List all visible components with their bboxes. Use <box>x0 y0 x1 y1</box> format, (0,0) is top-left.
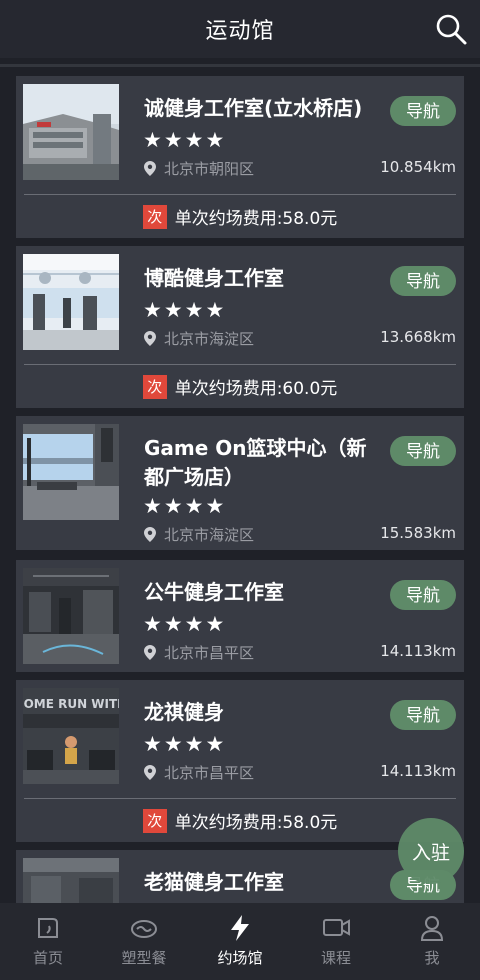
gym-photo: COME RUN WITH <box>23 688 119 784</box>
location-text: 北京市海淀区 <box>164 330 255 348</box>
gym-name[interactable]: 老猫健身工作室 <box>144 868 374 897</box>
location-text: 北京市昌平区 <box>164 644 255 662</box>
search-icon[interactable] <box>434 12 468 46</box>
join-fab-button[interactable]: 入驻 <box>398 818 464 884</box>
person-icon <box>420 916 444 941</box>
fee-badge: 次 <box>142 374 167 399</box>
gym-location: 北京市昌平区 <box>144 642 254 663</box>
gym-card[interactable]: Game On篮球中心（新都广场店） 导航 ★★★★ 北京市海淀区 15.583… <box>16 416 464 550</box>
navigate-button[interactable]: 导航 <box>390 436 456 466</box>
gym-name[interactable]: Game On篮球中心（新都广场店） <box>144 434 374 492</box>
location-text: 北京市昌平区 <box>164 764 255 782</box>
tab-home[interactable]: 首页 <box>0 903 96 980</box>
meal-icon <box>131 920 157 938</box>
gym-photo <box>23 568 119 664</box>
gym-card[interactable]: COME RUN WITH 龙祺健身 导航 ★★★★ 北京市昌平区 14.113… <box>16 680 464 842</box>
location-pin-icon <box>144 527 156 542</box>
card-divider <box>24 798 456 799</box>
location-text: 北京市海淀区 <box>164 526 255 544</box>
rating-stars: ★★★★ <box>143 298 227 322</box>
card-divider <box>24 364 456 365</box>
fee-text: 单次约场费用:58.0元 <box>174 813 338 833</box>
location-text: 北京市朝阳区 <box>164 160 255 178</box>
navigate-button[interactable]: 导航 <box>390 266 456 296</box>
gym-distance: 10.854km <box>380 158 456 176</box>
tab-label: 课程 <box>320 949 351 967</box>
location-pin-icon <box>144 645 156 660</box>
navigate-button[interactable]: 导航 <box>390 580 456 610</box>
gym-distance: 14.113km <box>380 642 456 660</box>
gym-name[interactable]: 博酷健身工作室 <box>144 264 374 293</box>
gym-card[interactable]: 博酷健身工作室 导航 ★★★★ 北京市海淀区 13.668km 次 单次约场费用… <box>16 246 464 408</box>
tab-meal[interactable]: 塑型餐 <box>96 903 192 980</box>
page-title: 运动馆 <box>205 19 275 44</box>
tab-courses[interactable]: 课程 <box>288 903 384 980</box>
gym-name[interactable]: 公牛健身工作室 <box>144 578 374 607</box>
gym-distance: 15.583km <box>380 524 456 542</box>
gym-distance: 14.113km <box>380 762 456 780</box>
gym-card[interactable]: 公牛健身工作室 导航 ★★★★ 北京市昌平区 14.113km <box>16 560 464 672</box>
navigate-button[interactable]: 导航 <box>390 700 456 730</box>
rating-stars: ★★★★ <box>143 128 227 152</box>
gym-photo <box>23 254 119 350</box>
lightning-icon <box>231 915 249 941</box>
gym-card[interactable]: 老猫健身工作室 导航 <box>16 850 464 903</box>
navigate-button[interactable]: 导航 <box>390 96 456 126</box>
tab-label: 首页 <box>32 949 63 967</box>
card-divider <box>24 194 456 195</box>
gym-card[interactable]: 诚健身工作室(立水桥店) 导航 ★★★★ 北京市朝阳区 10.854km 次 单… <box>16 76 464 238</box>
tab-venues[interactable]: 约场馆 <box>192 903 288 980</box>
gym-name[interactable]: 龙祺健身 <box>144 698 374 727</box>
gym-name[interactable]: 诚健身工作室(立水桥店) <box>144 94 374 123</box>
fee-row: 次 单次约场费用:60.0元 <box>16 374 464 399</box>
gym-distance: 13.668km <box>380 328 456 346</box>
home-icon <box>38 918 58 938</box>
location-pin-icon <box>144 161 156 176</box>
fee-badge: 次 <box>142 808 167 833</box>
bottom-tab-bar: 首页 塑型餐 约场馆 课程 我 <box>0 903 480 980</box>
rating-stars: ★★★★ <box>143 732 227 756</box>
video-icon <box>323 919 350 936</box>
fee-row: 次 单次约场费用:58.0元 <box>16 204 464 229</box>
gym-photo <box>23 84 119 180</box>
tab-label: 我 <box>424 949 440 967</box>
location-pin-icon <box>144 331 156 346</box>
header-divider <box>0 64 480 67</box>
fee-text: 单次约场费用:60.0元 <box>174 379 338 399</box>
location-pin-icon <box>144 765 156 780</box>
tab-label: 约场馆 <box>217 949 263 967</box>
tab-label: 塑型餐 <box>121 949 167 967</box>
gym-location: 北京市昌平区 <box>144 762 254 783</box>
gym-photo <box>23 424 119 520</box>
rating-stars: ★★★★ <box>143 612 227 636</box>
gym-location: 北京市朝阳区 <box>144 158 254 179</box>
tab-me[interactable]: 我 <box>384 903 480 980</box>
fee-row: 次 单次约场费用:58.0元 <box>16 808 464 833</box>
fee-text: 单次约场费用:58.0元 <box>174 209 338 229</box>
gym-photo <box>23 858 119 903</box>
photo-text: COME RUN WITH <box>23 697 119 711</box>
gym-location: 北京市海淀区 <box>144 328 254 349</box>
fee-badge: 次 <box>142 204 167 229</box>
app-header: 运动馆 <box>0 0 480 58</box>
rating-stars: ★★★★ <box>143 494 227 518</box>
gym-location: 北京市海淀区 <box>144 524 254 545</box>
